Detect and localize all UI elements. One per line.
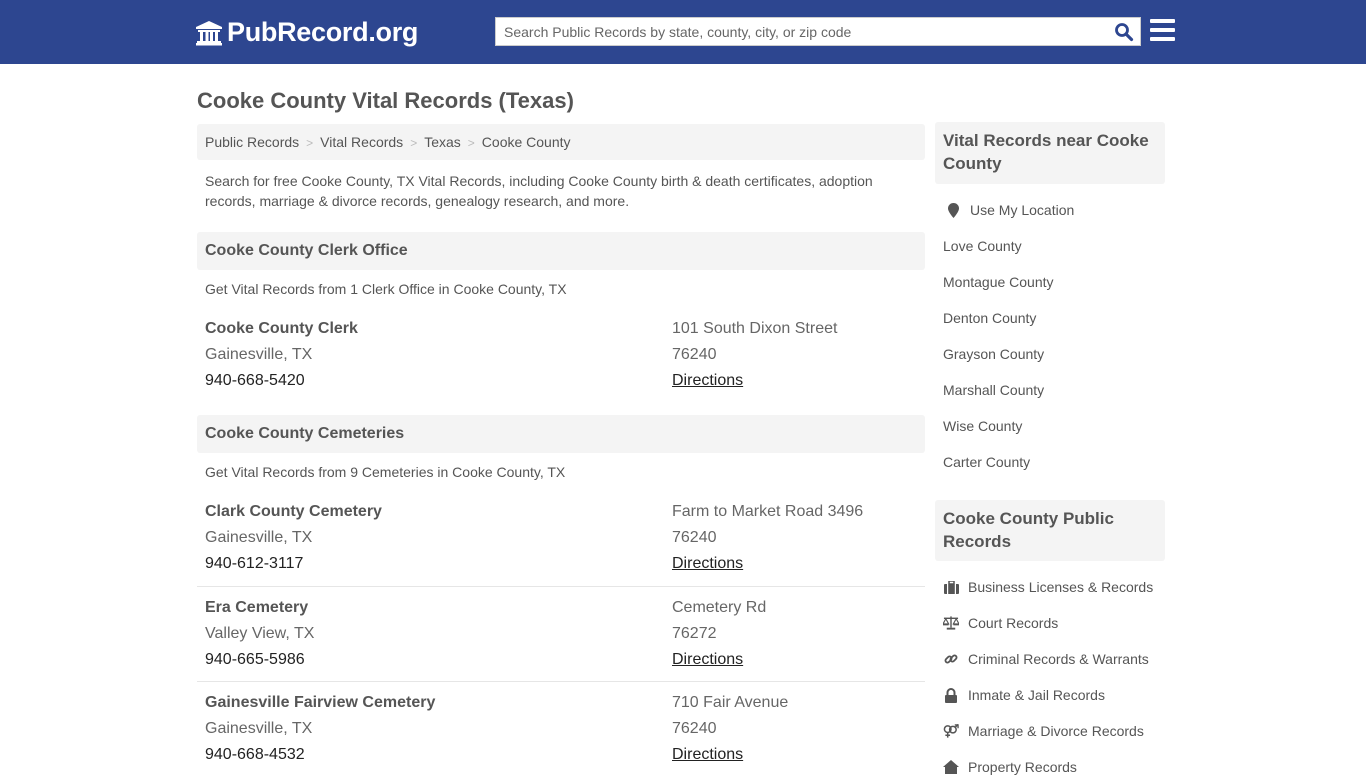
breadcrumb-public-records[interactable]: Public Records — [205, 134, 299, 150]
venus-mars-icon — [943, 723, 959, 739]
bank-icon — [196, 20, 222, 45]
sidebar-item-marshall-county[interactable]: Marshall County — [943, 382, 1044, 398]
breadcrumb-cooke-county[interactable]: Cooke County — [482, 134, 571, 150]
search-input[interactable] — [496, 18, 1106, 45]
use-my-location-link[interactable]: Use My Location — [943, 202, 1074, 218]
breadcrumb-separator: > — [306, 136, 314, 150]
entry-address: 101 South Dixon Street — [672, 320, 838, 337]
entry-city: Gainesville, TX — [205, 346, 313, 363]
home-icon — [943, 759, 959, 775]
sidebar-heading-nearby: Vital Records near Cooke County — [935, 122, 1165, 184]
sidebar-item-denton-county[interactable]: Denton County — [943, 310, 1036, 326]
entry-phone[interactable]: 940-668-5420 — [205, 372, 305, 390]
entry-phone[interactable]: 940-612-3117 — [205, 555, 303, 573]
directions-link[interactable]: Directions — [672, 746, 743, 764]
search-box — [495, 17, 1141, 46]
entry-phone[interactable]: 940-668-4532 — [205, 746, 305, 764]
entry-zip: 76272 — [672, 625, 717, 642]
sidebar-item-label: Criminal Records & Warrants — [968, 651, 1149, 667]
breadcrumb-vital-records[interactable]: Vital Records — [320, 134, 403, 150]
entry-zip: 76240 — [672, 529, 717, 546]
list-item: Clark County Cemetery Gainesville, TX 94… — [197, 493, 925, 588]
list-item: Era Cemetery Valley View, TX 940-665-598… — [197, 586, 925, 681]
sidebar-item-carter-county[interactable]: Carter County — [943, 454, 1030, 470]
balance-scale-icon — [943, 615, 959, 631]
entry-zip: 76240 — [672, 346, 717, 363]
sidebar-item-label: Property Records — [968, 759, 1077, 775]
sidebar-item-label: Marriage & Divorce Records — [968, 723, 1144, 739]
entry-name[interactable]: Era Cemetery — [205, 599, 308, 617]
sidebar-item-label: Court Records — [968, 615, 1059, 631]
entry-city: Gainesville, TX — [205, 529, 313, 546]
sidebar-item-wise-county[interactable]: Wise County — [943, 418, 1022, 434]
entry-address: Cemetery Rd — [672, 599, 767, 616]
entry-name[interactable]: Gainesville Fairview Cemetery — [205, 694, 435, 712]
search-icon[interactable] — [1114, 22, 1134, 42]
section-subtitle: Get Vital Records from 1 Clerk Office in… — [205, 281, 567, 297]
briefcase-icon — [943, 579, 959, 595]
list-item: Cooke County Clerk Gainesville, TX 940-6… — [197, 310, 925, 405]
intro-text: Search for free Cooke County, TX Vital R… — [205, 173, 873, 209]
sidebar-item-love-county[interactable]: Love County — [943, 238, 1022, 254]
entry-city: Gainesville, TX — [205, 720, 313, 737]
sidebar-item-business-licenses[interactable]: Business Licenses & Records — [943, 579, 1153, 595]
list-item: Gainesville Fairview Cemetery Gainesvill… — [197, 681, 925, 776]
directions-link[interactable]: Directions — [672, 651, 743, 669]
directions-link[interactable]: Directions — [672, 555, 743, 573]
entry-address: 710 Fair Avenue — [672, 694, 789, 711]
top-navbar: PubRecord.org — [0, 0, 1366, 64]
sidebar-item-label: Business Licenses & Records — [968, 579, 1154, 595]
section-heading-clerk-office: Cooke County Clerk Office — [197, 232, 925, 270]
map-marker-icon — [945, 202, 961, 218]
section-heading-cemeteries: Cooke County Cemeteries — [197, 415, 925, 453]
entry-name[interactable]: Clark County Cemetery — [205, 503, 382, 521]
breadcrumb: Public Records > Vital Records > Texas > Cooke… — [197, 124, 925, 160]
entry-address: Farm to Market Road 3496 — [672, 503, 864, 520]
hamburger-menu-icon[interactable] — [1150, 19, 1175, 43]
sidebar-item-marriage-divorce[interactable]: Marriage & Divorce Records — [943, 723, 1144, 739]
entry-name[interactable]: Cooke County Clerk — [205, 320, 358, 338]
entry-city: Valley View, TX — [205, 625, 315, 642]
sidebar-item-label: Inmate & Jail Records — [968, 687, 1105, 703]
sidebar-item-grayson-county[interactable]: Grayson County — [943, 346, 1044, 362]
breadcrumb-texas[interactable]: Texas — [424, 134, 461, 150]
page-title: Cooke County Vital Records (Texas) — [197, 88, 574, 113]
sidebar-item-criminal-records[interactable]: Criminal Records & Warrants — [943, 651, 1149, 667]
directions-link[interactable]: Directions — [672, 372, 743, 390]
sidebar-item-property-records[interactable]: Property Records — [943, 759, 1077, 775]
sidebar-item-montague-county[interactable]: Montague County — [943, 274, 1054, 290]
sidebar-heading-public-records: Cooke County Public Records — [935, 500, 1165, 561]
sidebar-item-inmate-records[interactable]: Inmate & Jail Records — [943, 687, 1105, 703]
section-subtitle: Get Vital Records from 9 Cemeteries in C… — [205, 464, 566, 480]
site-logo[interactable]: PubRecord.org — [195, 17, 418, 48]
lock-icon — [943, 687, 959, 703]
logo-text: PubRecord.org — [227, 17, 419, 47]
use-my-location-label: Use My Location — [970, 202, 1075, 218]
breadcrumb-separator: > — [467, 136, 475, 150]
link-icon — [943, 651, 959, 667]
entry-zip: 76240 — [672, 720, 717, 737]
breadcrumb-separator: > — [410, 136, 418, 150]
sidebar-item-court-records[interactable]: Court Records — [943, 615, 1058, 631]
entry-phone[interactable]: 940-665-5986 — [205, 651, 305, 669]
